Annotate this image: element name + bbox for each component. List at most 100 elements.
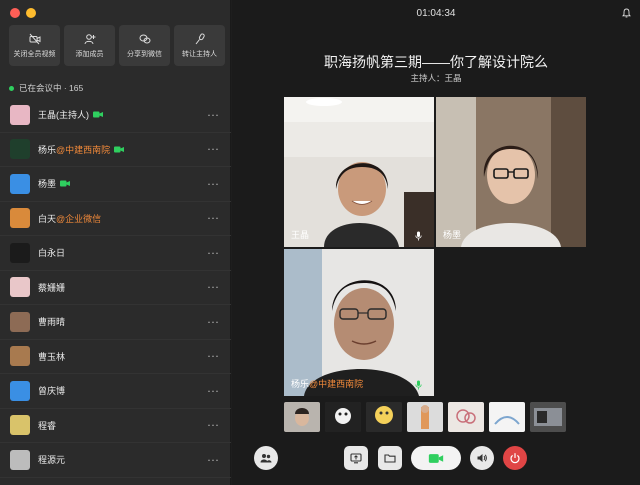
microphone-icon: [415, 231, 422, 241]
member-more-button[interactable]: ···: [207, 314, 219, 328]
document-button[interactable]: [378, 446, 402, 470]
member-more-button[interactable]: ···: [207, 107, 219, 121]
camera-off-icon: [29, 33, 40, 44]
member-list: 王晶(主持人) ··· 杨乐 @中建西南院 ··· 杨墨 ··· 白天 @企业微信 ··· 白永日 ·…: [0, 98, 231, 478]
transfer-host-button[interactable]: 转让主持人: [174, 25, 225, 66]
microphone-active-icon: [415, 380, 422, 390]
video-tile-name: 王晶: [291, 228, 309, 241]
member-row[interactable]: 杨墨 ···: [0, 167, 231, 202]
member-name: 杨墨: [38, 179, 57, 190]
member-more-button[interactable]: ···: [207, 349, 219, 363]
member-row[interactable]: 曾庆博 ···: [0, 374, 231, 409]
online-dot-icon: [9, 85, 14, 91]
participant-thumbnail[interactable]: [448, 402, 484, 432]
member-name: 白永日: [38, 248, 66, 259]
folder-icon: [384, 454, 396, 463]
participant-thumbnail[interactable]: [366, 402, 402, 432]
participant-thumbnail[interactable]: [284, 402, 320, 432]
member-row[interactable]: 王晶(主持人) ···: [0, 98, 231, 133]
member-more-button[interactable]: ···: [207, 383, 219, 397]
member-name: 蔡姗姗: [38, 282, 66, 293]
member-more-button[interactable]: ···: [207, 280, 219, 294]
member-more-button[interactable]: ···: [207, 245, 219, 259]
members-button[interactable]: [254, 446, 278, 470]
wechat-icon: [139, 34, 150, 43]
share-screen-button[interactable]: [344, 446, 368, 470]
share-to-wechat-button[interactable]: 分享到微信: [119, 25, 170, 66]
member-name: 王晶(主持人): [38, 110, 89, 121]
disable-all-video-label: 关闭全员视频: [13, 50, 56, 58]
share-to-wechat-label: 分享到微信: [127, 50, 162, 58]
participant-thumbnail[interactable]: [530, 402, 566, 432]
member-more-button[interactable]: ···: [207, 211, 219, 225]
camera-on-icon: [93, 111, 103, 118]
disable-all-video-button[interactable]: 关闭全员视频: [9, 25, 60, 66]
member-more-button[interactable]: ···: [207, 142, 219, 156]
member-avatar: [10, 449, 30, 470]
window-controls: [10, 8, 36, 18]
video-feed: [284, 249, 434, 396]
video-tile-participant[interactable]: 杨墨: [436, 97, 586, 247]
member-avatar: [10, 139, 30, 160]
member-row[interactable]: 蔡姗姗 ···: [0, 271, 231, 305]
notification-bell-icon[interactable]: [622, 8, 631, 18]
participant-count-label: 已在会议中 · 165: [19, 83, 84, 93]
video-feed: [436, 97, 586, 247]
screen-share-icon: [350, 453, 362, 464]
participant-thumbnail-strip: [284, 402, 566, 432]
participant-count: 已在会议中 · 165: [9, 82, 83, 94]
member-row[interactable]: 白永日 ···: [0, 236, 231, 271]
member-row[interactable]: 白天 @企业微信 ···: [0, 202, 231, 236]
toggle-video-button[interactable]: [411, 446, 461, 470]
member-row[interactable]: 曹雨晴 ···: [0, 305, 231, 340]
camera-on-icon: [60, 180, 71, 187]
meeting-controls: [232, 446, 640, 472]
member-more-button[interactable]: ···: [207, 418, 219, 432]
member-more-button[interactable]: ···: [207, 452, 219, 466]
member-avatar: [10, 208, 30, 229]
member-more-button[interactable]: ···: [207, 176, 219, 190]
member-name: 曹雨晴: [38, 317, 66, 328]
add-member-label: 添加成员: [75, 50, 104, 58]
video-tile-name-text: 王晶: [291, 230, 310, 240]
leave-meeting-button[interactable]: [503, 446, 527, 470]
member-row[interactable]: 程睿 ···: [0, 409, 231, 443]
transfer-host-label: 转让主持人: [182, 50, 217, 58]
power-icon: [510, 453, 520, 464]
camera-on-icon: [114, 146, 125, 153]
participant-thumbnail[interactable]: [325, 402, 361, 432]
member-name: 杨乐: [38, 144, 57, 155]
meeting-actions: 关闭全员视频 添加成员 分享到微信 转让主持人: [9, 25, 225, 66]
video-tile-speaker[interactable]: 杨乐@中建西南院: [284, 249, 434, 396]
participant-sidebar: 关闭全员视频 添加成员 分享到微信 转让主持人 已在会议中 · 165 王晶(主…: [0, 0, 231, 485]
member-row[interactable]: 杨乐 @中建西南院 ···: [0, 133, 231, 167]
video-tile-name-text: 杨墨: [443, 230, 462, 240]
member-avatar: [10, 173, 30, 194]
minimize-window-button[interactable]: [26, 8, 36, 18]
video-tile-name: 杨墨: [443, 228, 461, 241]
video-tile-name-text: 杨乐: [291, 379, 310, 389]
member-row[interactable]: 曹玉林 ···: [0, 340, 231, 374]
speaker-icon: [477, 454, 487, 462]
video-tile-org-text: @中建西南院: [309, 379, 364, 389]
member-avatar: [10, 311, 30, 332]
member-avatar: [10, 242, 30, 263]
meeting-stage: 01:04:34 职海扬帆第三期——你了解设计院么 主持人：王晶 王晶 杨墨 杨…: [232, 0, 640, 485]
member-name: 程源元: [38, 455, 66, 466]
video-feed: [284, 97, 434, 247]
member-name: 曹玉林: [38, 351, 66, 362]
member-row[interactable]: 程源元 ···: [0, 443, 231, 478]
video-tile-name: 杨乐@中建西南院: [291, 377, 363, 390]
member-avatar: [10, 415, 30, 436]
meeting-title: 职海扬帆第三期——你了解设计院么: [324, 54, 548, 70]
add-member-button[interactable]: 添加成员: [64, 25, 115, 66]
close-window-button[interactable]: [10, 8, 20, 18]
member-avatar: [10, 346, 30, 367]
video-tile-host[interactable]: 王晶: [284, 97, 434, 247]
speaker-button[interactable]: [470, 446, 494, 470]
participant-thumbnail[interactable]: [489, 402, 525, 432]
add-user-icon: [84, 33, 95, 44]
member-org: @企业微信: [56, 213, 102, 224]
participant-thumbnail[interactable]: [407, 402, 443, 432]
meeting-timer: 01:04:34: [416, 8, 456, 19]
